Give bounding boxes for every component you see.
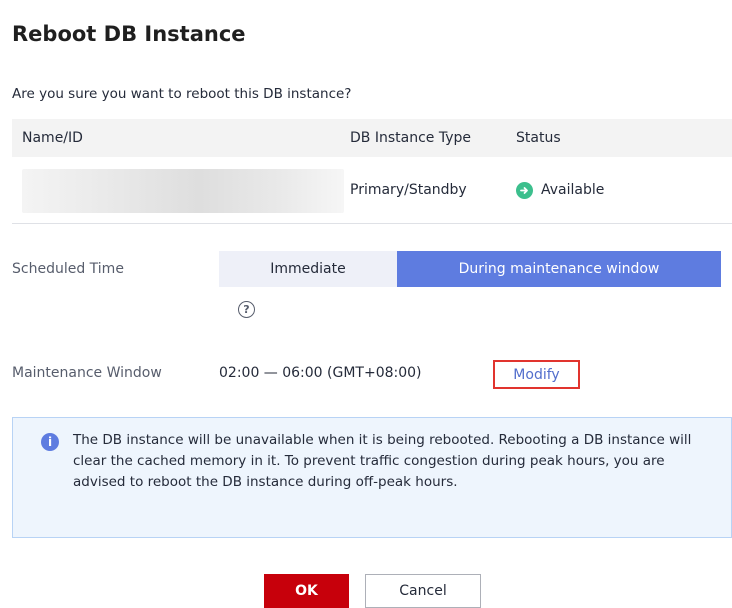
maintenance-window-label: Maintenance Window — [12, 365, 162, 381]
info-circle-icon: i — [41, 433, 59, 451]
cancel-button[interactable]: Cancel — [365, 574, 481, 608]
question-circle-icon[interactable]: ? — [238, 301, 255, 318]
immediate-option[interactable]: Immediate — [219, 251, 397, 287]
instance-type-cell: Primary/Standby — [350, 182, 467, 198]
dialog-title: Reboot DB Instance — [12, 22, 246, 46]
instance-name-redacted — [22, 169, 344, 213]
modify-link[interactable]: Modify — [493, 360, 580, 389]
ok-button[interactable]: OK — [264, 574, 349, 608]
confirmation-question: Are you sure you want to reboot this DB … — [12, 86, 352, 102]
table-header: Name/ID DB Instance Type Status — [12, 119, 732, 157]
maintenance-window-option[interactable]: During maintenance window — [397, 251, 721, 287]
header-name-id: Name/ID — [22, 130, 83, 146]
notice-text: The DB instance will be unavailable when… — [73, 432, 692, 490]
status-text: Available — [541, 182, 605, 198]
instance-table: Name/ID DB Instance Type Status Primary/… — [12, 119, 732, 224]
reboot-notice: i The DB instance will be unavailable wh… — [12, 417, 732, 538]
table-row: Primary/Standby Available — [12, 157, 732, 224]
maintenance-window-value: 02:00 — 06:00 (GMT+08:00) — [219, 365, 422, 381]
scheduled-time-label: Scheduled Time — [12, 261, 124, 277]
header-status: Status — [516, 130, 561, 146]
status-cell: Available — [516, 181, 605, 199]
header-instance-type: DB Instance Type — [350, 130, 471, 146]
arrow-right-circle-icon — [516, 181, 533, 199]
